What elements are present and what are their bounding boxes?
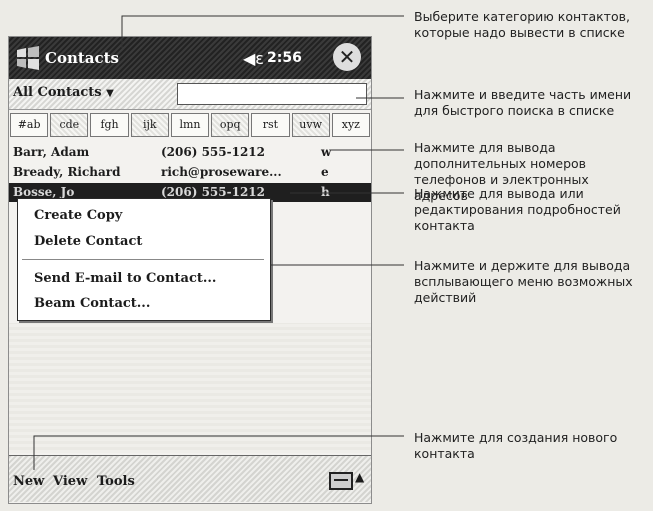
leader-line-new bbox=[33, 435, 404, 470]
callout-details: Нажмите для вывода или редактирования по… bbox=[414, 186, 621, 233]
callout-search: Нажмите и введите часть имени для быстро… bbox=[414, 87, 632, 118]
leader-line-category bbox=[121, 15, 404, 48]
callout-category: Выберите категорию контактов, которые на… bbox=[414, 9, 630, 40]
callout-popup-menu: Нажмите и держите для вывода всплывающег… bbox=[414, 258, 633, 305]
callout-new-contact: Нажмите для создания нового контакта bbox=[414, 430, 618, 461]
